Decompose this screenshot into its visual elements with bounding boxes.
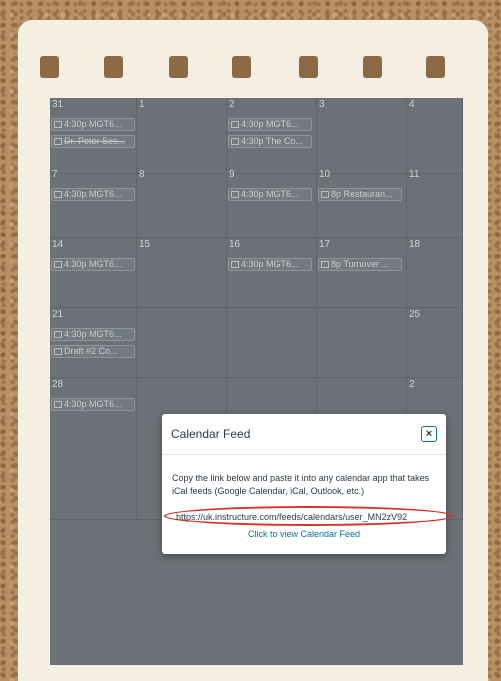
calendar-day-cell[interactable]: 28 4:30p MGT6... bbox=[50, 378, 137, 520]
event-icon bbox=[321, 261, 329, 268]
event-icon bbox=[231, 138, 239, 145]
calendar-event[interactable]: Dr. Peter Ses... bbox=[51, 135, 135, 148]
calendar-day-cell[interactable]: 11 bbox=[407, 168, 463, 238]
day-number: 17 bbox=[319, 239, 331, 250]
day-number: 2 bbox=[409, 379, 415, 390]
day-number: 10 bbox=[319, 169, 331, 180]
day-number: 14 bbox=[52, 239, 64, 250]
event-label: 4:30p MGT6... bbox=[64, 399, 122, 409]
day-number: 21 bbox=[52, 309, 64, 320]
view-feed-link[interactable]: Click to view Calendar Feed bbox=[162, 529, 446, 539]
binding-hole bbox=[40, 56, 59, 78]
calendar-month-grid: 31 4:30p MGT6... Dr. Peter Ses... 1 2 4:30p M… bbox=[50, 98, 463, 665]
event-label: 4:30p MGT6... bbox=[64, 329, 122, 339]
event-icon bbox=[321, 191, 329, 198]
event-icon bbox=[231, 121, 239, 128]
calendar-feed-dialog: Calendar Feed × Copy the link below and … bbox=[162, 414, 454, 554]
event-label: 4:30p MGT6... bbox=[241, 119, 299, 129]
calendar-day-cell[interactable]: 3 bbox=[317, 98, 407, 174]
day-number: 31 bbox=[52, 99, 64, 110]
binding-hole bbox=[299, 56, 318, 78]
event-icon bbox=[54, 261, 62, 268]
close-icon[interactable]: × bbox=[421, 426, 437, 442]
calendar-event[interactable]: 4:30p The Co... bbox=[228, 135, 312, 148]
day-number: 18 bbox=[409, 239, 421, 250]
day-number: 7 bbox=[52, 169, 58, 180]
calendar-event[interactable]: Draft #2 Co... bbox=[51, 345, 135, 358]
calendar-event[interactable]: 4:30p MGT6... bbox=[51, 118, 135, 131]
event-icon bbox=[54, 191, 62, 198]
event-icon bbox=[54, 138, 62, 145]
binding-hole bbox=[104, 56, 123, 78]
day-number: 15 bbox=[139, 239, 151, 250]
calendar-day-cell[interactable]: 18 bbox=[407, 238, 463, 308]
calendar-event[interactable]: 4:30p MGT6... bbox=[51, 328, 135, 341]
event-label: 4:30p MGT6... bbox=[241, 189, 299, 199]
day-number: 28 bbox=[52, 379, 64, 390]
event-label: 4:30p MGT6... bbox=[241, 259, 299, 269]
day-number: 11 bbox=[409, 169, 420, 180]
calendar-event[interactable]: 4:30p MGT6... bbox=[51, 258, 135, 271]
calendar-day-cell[interactable]: 31 4:30p MGT6... Dr. Peter Ses... bbox=[50, 98, 137, 174]
day-number: 25 bbox=[409, 309, 421, 320]
calendar-day-cell[interactable]: 10 8p Restauran... bbox=[317, 168, 407, 238]
day-number: 9 bbox=[229, 169, 235, 180]
binding-hole bbox=[363, 56, 382, 78]
event-label: Draft #2 Co... bbox=[64, 346, 118, 356]
event-icon bbox=[54, 401, 62, 408]
calendar-day-cell[interactable]: 2 4:30p MGT6... 4:30p The Co... bbox=[227, 98, 317, 174]
day-number: 4 bbox=[409, 99, 415, 110]
calendar-day-cell[interactable] bbox=[227, 308, 317, 378]
calendar-event[interactable]: 8p Restauran... bbox=[318, 188, 402, 201]
dialog-description: Copy the link below and paste it into an… bbox=[172, 473, 430, 496]
event-icon bbox=[54, 331, 62, 338]
calendar-day-cell[interactable]: 8 bbox=[137, 168, 227, 238]
event-label: 4:30p The Co... bbox=[241, 136, 303, 146]
calendar-event[interactable]: 4:30p MGT6... bbox=[228, 118, 312, 131]
dialog-title: Calendar Feed bbox=[171, 427, 251, 441]
day-number: 8 bbox=[139, 169, 145, 180]
binding-hole bbox=[232, 56, 251, 78]
calendar-day-cell[interactable]: 17 8p Turnover ... bbox=[317, 238, 407, 308]
day-number: 2 bbox=[229, 99, 235, 110]
day-number: 1 bbox=[139, 99, 145, 110]
event-icon bbox=[54, 121, 62, 128]
calendar-day-cell[interactable]: 4 bbox=[407, 98, 463, 174]
calendar-day-cell[interactable]: 9 4:30p MGT6... bbox=[227, 168, 317, 238]
binding-hole bbox=[426, 56, 445, 78]
notepad-binding bbox=[18, 20, 488, 90]
calendar-event[interactable]: 4:30p MGT6... bbox=[51, 398, 135, 411]
calendar-day-cell[interactable]: 25 bbox=[407, 308, 463, 378]
calendar-day-cell[interactable]: 7 4:30p MGT6... bbox=[50, 168, 137, 238]
event-label: 4:30p MGT6... bbox=[64, 259, 122, 269]
day-number: 16 bbox=[229, 239, 241, 250]
event-label: Dr. Peter Ses... bbox=[64, 136, 126, 146]
event-label: 8p Turnover ... bbox=[331, 259, 390, 269]
screenshot-area: 31 4:30p MGT6... Dr. Peter Ses... 1 2 4:30p M… bbox=[50, 98, 463, 665]
event-icon bbox=[231, 261, 239, 268]
calendar-day-cell[interactable]: 16 4:30p MGT6... bbox=[227, 238, 317, 308]
event-label: 4:30p MGT6... bbox=[64, 119, 122, 129]
calendar-day-cell[interactable]: 15 bbox=[137, 238, 227, 308]
calendar-event[interactable]: 4:30p MGT6... bbox=[228, 258, 312, 271]
day-number: 3 bbox=[319, 99, 325, 110]
feed-url-input[interactable]: https://uk.instructure.com/feeds/calenda… bbox=[176, 512, 407, 522]
calendar-day-cell[interactable] bbox=[137, 308, 227, 378]
event-label: 4:30p MGT6... bbox=[64, 189, 122, 199]
event-icon bbox=[231, 191, 239, 198]
dialog-divider bbox=[162, 454, 446, 455]
event-icon bbox=[54, 348, 62, 355]
calendar-event[interactable]: 8p Turnover ... bbox=[318, 258, 402, 271]
calendar-event[interactable]: 4:30p MGT6... bbox=[228, 188, 312, 201]
calendar-day-cell[interactable]: 14 4:30p MGT6... bbox=[50, 238, 137, 308]
calendar-day-cell[interactable]: 1 bbox=[137, 98, 227, 174]
calendar-day-cell[interactable] bbox=[317, 308, 407, 378]
binding-hole bbox=[169, 56, 188, 78]
calendar-event[interactable]: 4:30p MGT6... bbox=[51, 188, 135, 201]
calendar-day-cell[interactable]: 21 4:30p MGT6... Draft #2 Co... bbox=[50, 308, 137, 378]
event-label: 8p Restauran... bbox=[331, 189, 393, 199]
